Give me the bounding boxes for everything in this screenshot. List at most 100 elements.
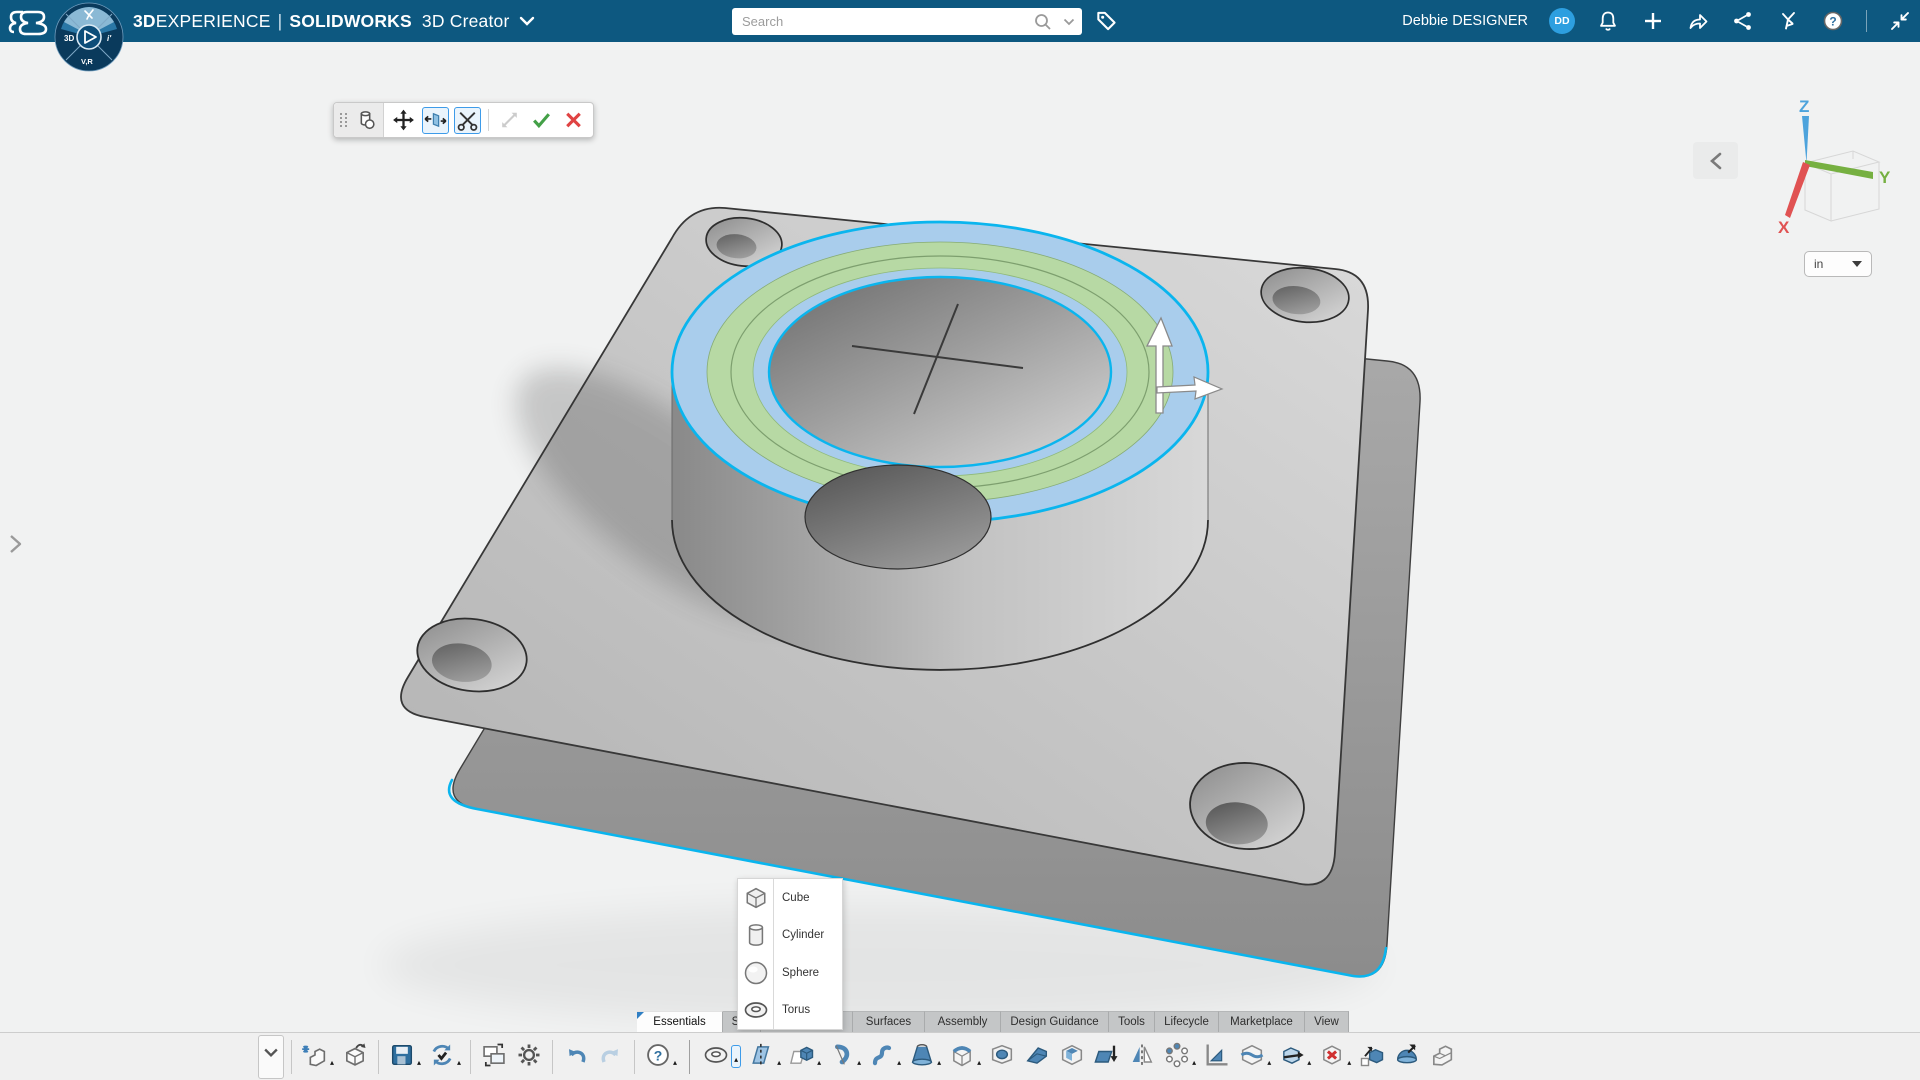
swap-windows-button[interactable]	[478, 1037, 510, 1077]
primitive-menu-item-torus[interactable]: Torus	[738, 992, 842, 1030]
rib-button[interactable]	[1201, 1037, 1233, 1077]
share-icon[interactable]	[1686, 9, 1710, 33]
user-name[interactable]: Debbie DESIGNER	[1402, 13, 1528, 29]
add-icon[interactable]	[1641, 9, 1665, 33]
collapse-icon[interactable]	[1888, 9, 1912, 33]
dropdown-arrow-icon[interactable]: ▴	[897, 1059, 901, 1067]
dropdown-arrow-icon[interactable]: ▴	[817, 1059, 821, 1067]
dropdown-arrow-icon[interactable]: ▴	[457, 1059, 461, 1067]
dropdown-arrow-icon[interactable]: ▴	[1192, 1059, 1196, 1067]
dropdown-arrow-icon[interactable]: ▴	[1267, 1059, 1271, 1067]
right-panel-expander[interactable]	[1693, 142, 1738, 179]
move-button[interactable]	[390, 107, 417, 134]
cube-icon	[738, 879, 774, 917]
help-icon[interactable]: ?	[1821, 9, 1845, 33]
split-button[interactable]: ▴	[1236, 1037, 1273, 1077]
redo-button[interactable]	[595, 1037, 627, 1077]
search-icon[interactable]	[1030, 13, 1056, 31]
product-name: SOLIDWORKS	[289, 11, 412, 32]
tab-assembly[interactable]: Assembly	[925, 1011, 1001, 1032]
people-icon[interactable]	[1776, 9, 1800, 33]
loft-button[interactable]: ▴	[906, 1037, 943, 1077]
bore-interior[interactable]	[769, 277, 1111, 467]
body-button[interactable]	[1426, 1037, 1458, 1077]
avatar[interactable]: DD	[1549, 8, 1575, 34]
search-options-chevron-icon[interactable]	[1056, 18, 1082, 26]
dropdown-arrow-icon[interactable]: ▴	[1307, 1059, 1311, 1067]
3ds-logo-icon[interactable]	[8, 6, 48, 38]
3dexperience-compass-icon[interactable]: 3D i' V,R	[54, 2, 124, 72]
tab-surfaces[interactable]: Surfaces	[853, 1011, 925, 1032]
dropdown-arrow-icon[interactable]: ▴	[857, 1059, 861, 1067]
dropdown-arrow-icon[interactable]: ▴	[330, 1059, 334, 1067]
dropdown-arrow-icon[interactable]: ▴	[731, 1045, 741, 1068]
extrude-button[interactable]: ▴	[786, 1037, 823, 1077]
tag-icon[interactable]	[1092, 7, 1122, 35]
undo-button[interactable]	[560, 1037, 592, 1077]
help-button[interactable]: ?▴	[642, 1037, 679, 1077]
move-body-button[interactable]: ▴	[1276, 1037, 1313, 1077]
search-box[interactable]	[732, 8, 1082, 35]
new-part-button[interactable]: ▴	[299, 1037, 336, 1077]
dropdown-arrow-icon[interactable]: ▴	[777, 1059, 781, 1067]
dome-button[interactable]	[1391, 1037, 1423, 1077]
confirm-button[interactable]	[528, 107, 555, 134]
trim-button[interactable]	[454, 107, 481, 134]
wedge-icon	[1023, 1041, 1051, 1072]
primitive-menu-item-cube[interactable]: Cube	[738, 879, 842, 917]
tab-design-guidance[interactable]: Design Guidance	[1001, 1011, 1109, 1032]
copy-body-button[interactable]	[352, 107, 379, 134]
dropdown-arrow-icon[interactable]: ▴	[673, 1059, 677, 1067]
hole-button[interactable]	[986, 1037, 1018, 1077]
sweep-button[interactable]: ▴	[866, 1037, 903, 1077]
through-hole[interactable]	[805, 465, 991, 569]
settings-button[interactable]	[513, 1037, 545, 1077]
units-dropdown[interactable]: in	[1804, 251, 1872, 277]
delete-body-icon	[1318, 1041, 1346, 1072]
tab-essentials[interactable]: Essentials	[637, 1011, 723, 1032]
torus-icon	[702, 1041, 730, 1072]
dropdown-arrow-icon[interactable]: ▴	[937, 1059, 941, 1067]
dropdown-arrow-icon[interactable]: ▴	[977, 1059, 981, 1067]
help-icon: ?	[644, 1041, 672, 1072]
bell-icon[interactable]	[1596, 9, 1620, 33]
sketch-plane-button[interactable]: ▴	[746, 1037, 783, 1077]
chamfer-button[interactable]	[1021, 1037, 1053, 1077]
toolbar-divider	[291, 1040, 292, 1074]
dropdown-arrow-icon[interactable]: ▴	[417, 1059, 421, 1067]
3d-viewport[interactable]	[0, 0, 1920, 1080]
compass-vr-label: V,R	[81, 57, 93, 66]
pattern-button[interactable]: ▴	[1161, 1037, 1198, 1077]
y-axis-label: Y	[1879, 168, 1891, 187]
expand-button[interactable]	[496, 107, 523, 134]
torus-primitive-button[interactable]: ▴	[700, 1037, 743, 1077]
mirror-button[interactable]	[1126, 1037, 1158, 1077]
save-button[interactable]: ▴	[386, 1037, 423, 1077]
open-part-button[interactable]	[339, 1037, 371, 1077]
left-panel-expander[interactable]	[4, 532, 28, 558]
revolve-button[interactable]: ▴	[826, 1037, 863, 1077]
drag-handle-icon[interactable]	[338, 113, 349, 127]
action-bar: ▴▴▴?▴▴▴▴▴▴▴▴▴▴▴▴	[0, 1032, 1920, 1080]
delete-body-button[interactable]: ▴	[1316, 1037, 1353, 1077]
toolbar-collapse-button[interactable]	[258, 1035, 284, 1079]
primitive-menu-item-cylinder[interactable]: Cylinder	[738, 917, 842, 955]
primitive-menu-item-sphere[interactable]: Sphere	[738, 954, 842, 992]
scale-body-button[interactable]	[1356, 1037, 1388, 1077]
search-input[interactable]	[732, 14, 1030, 29]
fillet-button[interactable]: ▴	[946, 1037, 983, 1077]
chevron-down-icon[interactable]	[519, 16, 535, 26]
orientation-triad[interactable]: Z Y X	[1775, 96, 1900, 246]
sync-button[interactable]: ▴	[426, 1037, 463, 1077]
tab-tools[interactable]: Tools	[1109, 1011, 1155, 1032]
shell-button[interactable]	[1056, 1037, 1088, 1077]
app-title[interactable]: 3DEXPERIENCE | SOLIDWORKS 3D Creator	[133, 0, 535, 42]
flip-direction-button[interactable]	[422, 107, 449, 134]
move-face-button[interactable]	[1091, 1037, 1123, 1077]
tab-view[interactable]: View	[1305, 1011, 1349, 1032]
dropdown-arrow-icon[interactable]: ▴	[1347, 1059, 1351, 1067]
tab-lifecycle[interactable]: Lifecycle	[1155, 1011, 1219, 1032]
cancel-button[interactable]	[560, 107, 587, 134]
share-nodes-icon[interactable]	[1731, 9, 1755, 33]
tab-marketplace[interactable]: Marketplace	[1219, 1011, 1305, 1032]
